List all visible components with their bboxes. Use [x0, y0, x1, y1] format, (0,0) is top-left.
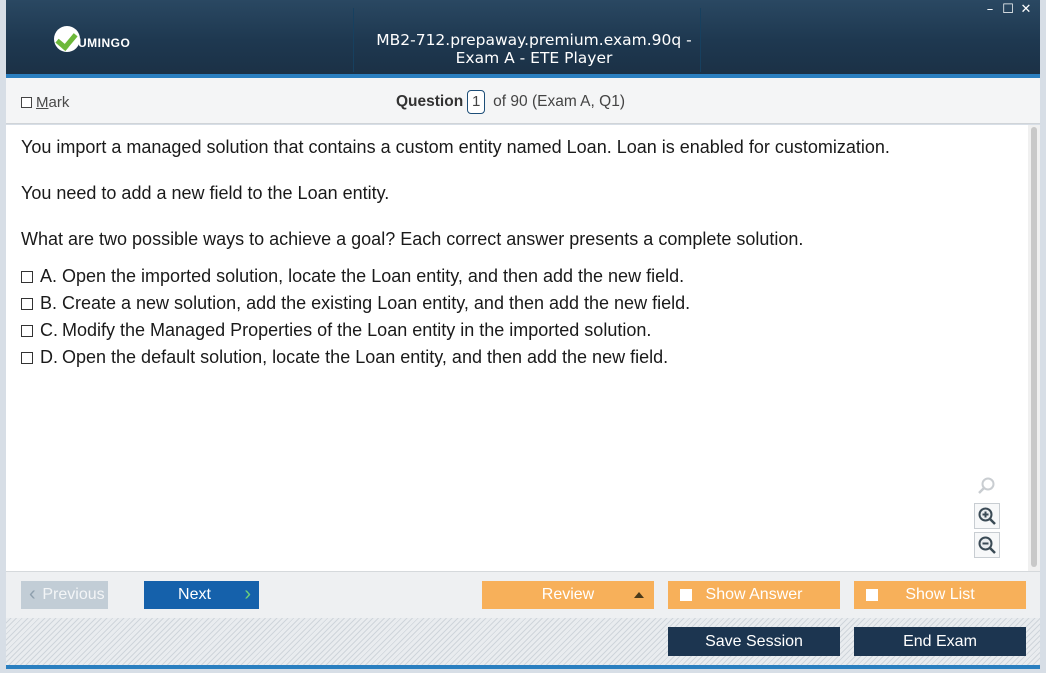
question-number-input[interactable]: 1	[467, 90, 486, 114]
answer-option-c[interactable]: C. Modify the Managed Properties of the …	[21, 320, 651, 341]
title-divider	[353, 8, 354, 72]
answer-option-d[interactable]: D. Open the default solution, locate the…	[21, 347, 668, 368]
zoom-out-icon[interactable]	[974, 532, 1000, 558]
previous-button[interactable]: ‹ Previous	[21, 581, 108, 609]
scrollbar-thumb[interactable]	[1031, 127, 1037, 567]
show-answer-label: Show Answer	[705, 586, 803, 603]
window-title: MB2-712.prepaway.premium.exam.90q - Exam…	[376, 31, 692, 67]
zoom-in-icon[interactable]	[974, 503, 1000, 529]
review-button[interactable]: Review	[482, 581, 654, 609]
mark-label: Mark	[36, 94, 70, 111]
save-session-button[interactable]: Save Session	[668, 627, 840, 656]
app-logo: UMINGO	[54, 26, 130, 52]
option-text: Create a new solution, add the existing …	[62, 293, 691, 313]
close-button[interactable]: ✕	[1020, 3, 1032, 17]
option-letter: D.	[40, 347, 58, 367]
previous-label: Previous	[42, 586, 105, 603]
question-paragraph: You need to add a new field to the Loan …	[21, 183, 390, 203]
navigation-bar: ‹ Previous Next › Review Show Answer Sho…	[6, 571, 1040, 618]
question-paragraph: What are two possible ways to achieve a …	[21, 229, 804, 249]
option-text: Modify the Managed Properties of the Loa…	[62, 320, 652, 340]
next-label: Next	[178, 586, 211, 603]
maximize-button[interactable]: ☐	[1002, 3, 1014, 17]
option-checkbox[interactable]	[21, 270, 33, 283]
chevron-right-icon: ›	[244, 583, 251, 605]
show-list-label: Show List	[905, 586, 975, 603]
checkmark-logo-icon	[54, 26, 80, 52]
option-checkbox[interactable]	[21, 324, 33, 337]
answer-option-b[interactable]: B. Create a new solution, add the existi…	[21, 293, 690, 314]
answer-option-a[interactable]: A. Open the imported solution, locate th…	[21, 266, 684, 287]
question-paragraph: You import a managed solution that conta…	[21, 137, 890, 157]
option-text: Open the default solution, locate the Lo…	[62, 347, 669, 367]
option-checkbox[interactable]	[21, 351, 33, 364]
show-list-checkbox[interactable]	[866, 589, 878, 601]
option-letter: B.	[40, 293, 58, 313]
end-exam-button[interactable]: End Exam	[854, 627, 1026, 656]
question-word: Question	[396, 93, 464, 110]
logo-text: UMINGO	[78, 36, 131, 50]
chevron-left-icon: ‹	[29, 583, 36, 605]
next-button[interactable]: Next ›	[144, 581, 259, 609]
app-window: UMINGO MB2-712.prepaway.premium.exam.90q…	[0, 0, 1046, 673]
footer-bar: Save Session End Exam	[6, 618, 1040, 665]
question-counter: Question 1 of 90 (Exam A, Q1)	[396, 90, 625, 114]
show-answer-checkbox[interactable]	[680, 589, 692, 601]
review-label: Review	[541, 586, 595, 603]
mark-checkbox[interactable]: Mark	[21, 94, 69, 111]
option-text: Open the imported solution, locate the L…	[62, 266, 685, 286]
bottom-accent-line	[6, 665, 1040, 669]
show-list-button[interactable]: Show List	[854, 581, 1026, 609]
minimize-button[interactable]: –	[984, 3, 996, 17]
vertical-scrollbar[interactable]	[1028, 125, 1040, 571]
mark-checkbox-box[interactable]	[21, 97, 32, 108]
option-letter: A.	[40, 266, 58, 286]
caret-up-icon	[634, 592, 644, 598]
question-header: Mark Question 1 of 90 (Exam A, Q1)	[6, 78, 1040, 124]
title-bar: UMINGO MB2-712.prepaway.premium.exam.90q…	[6, 0, 1040, 74]
question-total: of 90 (Exam A, Q1)	[493, 93, 625, 110]
option-letter: C.	[40, 320, 58, 340]
option-checkbox[interactable]	[21, 297, 33, 310]
question-content: You import a managed solution that conta…	[6, 125, 1040, 571]
window-controls: – ☐ ✕	[984, 3, 1032, 17]
show-answer-button[interactable]: Show Answer	[668, 581, 840, 609]
title-divider	[700, 8, 701, 72]
magnifier-icon[interactable]	[974, 473, 1000, 499]
